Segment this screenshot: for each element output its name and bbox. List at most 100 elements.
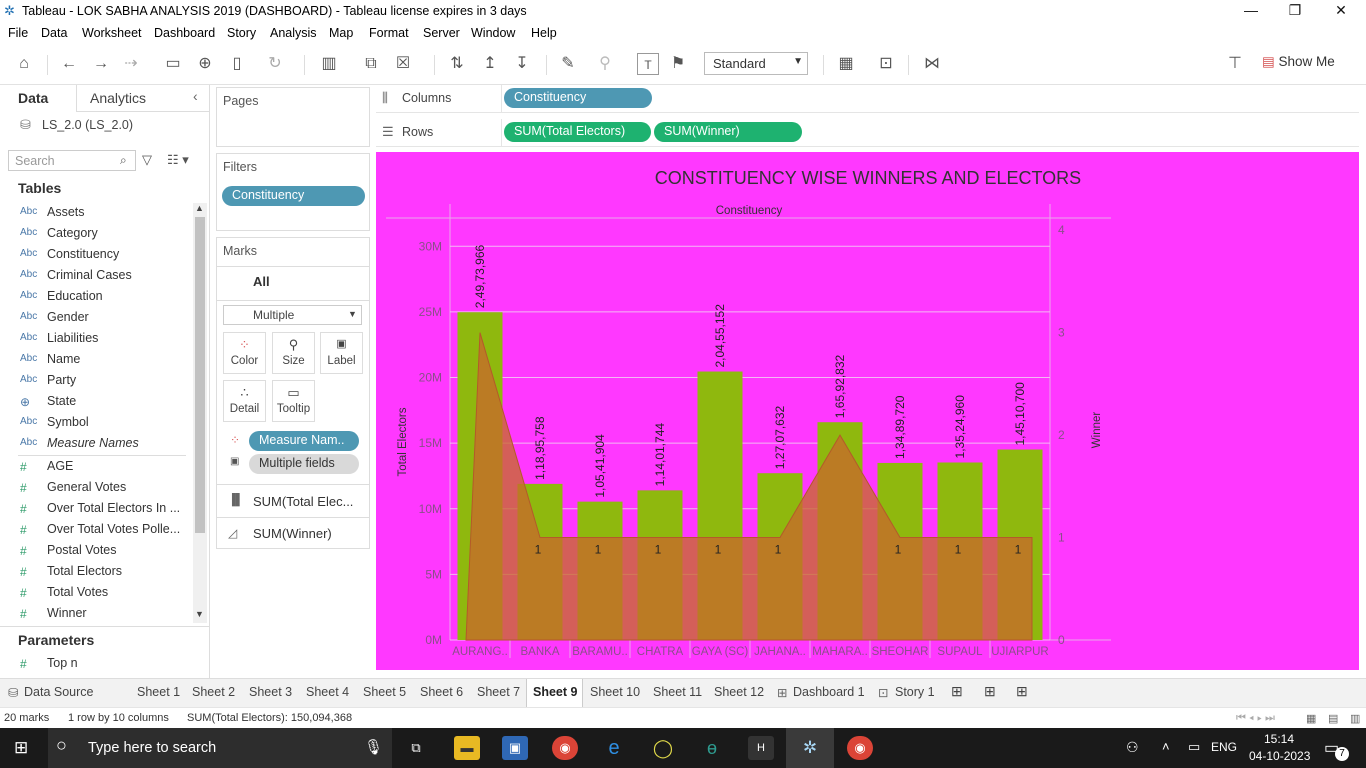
clock-date[interactable]: 04-10-2023 <box>1249 749 1310 763</box>
tab-sheet-12[interactable]: Sheet 12 <box>714 685 764 699</box>
menu-story[interactable]: Story <box>227 26 256 40</box>
columns-shelf[interactable]: ⫼ Columns Constituency <box>376 85 1359 113</box>
replay-icon[interactable]: ⇢ <box>120 53 142 75</box>
fit-select[interactable]: Standard ▼ <box>704 52 808 75</box>
file-explorer-icon[interactable]: ▬ <box>454 736 480 760</box>
pages-card[interactable]: Pages <box>216 87 370 147</box>
scrollbar-thumb[interactable] <box>195 217 205 533</box>
color-button[interactable]: ⁘ Color <box>223 332 266 374</box>
menu-help[interactable]: Help <box>531 26 557 40</box>
home-icon[interactable]: ⌂ <box>13 53 35 75</box>
tab-sheet-6[interactable]: Sheet 6 <box>420 685 463 699</box>
columns-pill-constituency[interactable]: Constituency <box>504 88 652 108</box>
rows-pill-winner[interactable]: SUM(Winner) <box>654 122 802 142</box>
people-icon[interactable]: ⚇ <box>1126 739 1139 756</box>
tab-data-source[interactable]: Data Source <box>24 685 93 699</box>
taskbar-search[interactable]: ○ Type here to search 🎙 <box>48 728 392 768</box>
marks-layer-winner[interactable]: SUM(Winner) <box>253 526 332 541</box>
chevron-up-icon[interactable]: ˄ <box>1162 739 1170 754</box>
highlight-icon[interactable]: ✎ <box>557 53 579 75</box>
refresh-icon[interactable]: ↻ <box>264 53 286 75</box>
label-button[interactable]: ▣ Label <box>320 332 363 374</box>
sort-descending-icon[interactable]: ↧ <box>511 53 533 75</box>
grid-view-icon[interactable]: ▦ <box>1306 712 1316 725</box>
chart-canvas[interactable]: CONSTITUENCY WISE WINNERS AND ELECTORS C… <box>376 152 1359 670</box>
save-icon[interactable]: ▭ <box>162 53 184 75</box>
share-icon[interactable]: ⋈ <box>921 53 943 75</box>
view-options-icon[interactable]: ☷ ▾ <box>167 152 189 168</box>
minimize-icon[interactable]: — <box>1236 2 1266 18</box>
filter-pill-constituency[interactable]: Constituency <box>222 186 365 206</box>
edge-icon[interactable]: e <box>601 736 627 760</box>
tab-sheet-3[interactable]: Sheet 3 <box>249 685 292 699</box>
rows-pill-total-electors[interactable]: SUM(Total Electors) <box>504 122 651 142</box>
tab-story-1[interactable]: Story 1 <box>895 685 935 699</box>
scroll-up-icon[interactable]: ▲ <box>195 203 204 213</box>
tab-sheet-7[interactable]: Sheet 7 <box>477 685 520 699</box>
show-labels-icon[interactable]: T <box>637 53 659 75</box>
tooltip-button[interactable]: ▭ Tooltip <box>272 380 315 422</box>
new-sheet-icon[interactable]: ⊞ <box>951 683 963 700</box>
duplicate-icon[interactable]: ⧉ <box>360 53 382 75</box>
task-view-icon[interactable]: ⧉ <box>403 736 429 760</box>
menu-window[interactable]: Window <box>471 26 515 40</box>
undo-icon[interactable]: ← <box>58 53 80 75</box>
show-cards-icon[interactable]: ▦ <box>835 53 857 75</box>
new-story-icon[interactable]: ⊞ <box>1016 683 1028 700</box>
tab-sheet-10[interactable]: Sheet 10 <box>590 685 640 699</box>
tab-sheet-4[interactable]: Sheet 4 <box>306 685 349 699</box>
tab-sheet-2[interactable]: Sheet 2 <box>192 685 235 699</box>
show-me-button[interactable]: ▤ Show Me <box>1262 54 1335 70</box>
tab-sheet-9-active[interactable]: Sheet 9 <box>533 685 577 699</box>
tab-sheet-5[interactable]: Sheet 5 <box>363 685 406 699</box>
clock-time[interactable]: 15:14 <box>1264 732 1294 746</box>
close-icon[interactable]: ✕ <box>1326 2 1356 19</box>
group-icon[interactable]: ⚲ <box>594 53 616 75</box>
first-page-icon[interactable]: ⏮ ◂ ▸ ⏭ <box>1236 712 1275 725</box>
menu-file[interactable]: File <box>8 26 28 40</box>
new-datasource-icon[interactable]: ⊕ <box>194 53 216 75</box>
size-button[interactable]: ⚲ Size <box>272 332 315 374</box>
menu-server[interactable]: Server <box>423 26 460 40</box>
restore-icon[interactable]: ❐ <box>1280 2 1310 19</box>
new-dashboard-icon[interactable]: ⊞ <box>984 683 996 700</box>
tab-data[interactable]: Data <box>18 90 48 106</box>
filter-icon[interactable]: ▽ <box>142 152 152 168</box>
tab-sheet-1[interactable]: Sheet 1 <box>137 685 180 699</box>
pin-icon[interactable]: ⚑ <box>667 53 689 75</box>
tab-analytics[interactable]: Analytics <box>90 90 146 106</box>
format-painter-icon[interactable]: ⊤ <box>1224 53 1246 75</box>
tab-sheet-11[interactable]: Sheet 11 <box>653 685 702 699</box>
scroll-down-icon[interactable]: ▼ <box>195 609 204 619</box>
filters-card[interactable]: Filters Constituency <box>216 153 370 231</box>
sort-ascending-icon[interactable]: ↥ <box>479 53 501 75</box>
app-h-icon[interactable]: H <box>748 736 774 760</box>
language-indicator[interactable]: ENG <box>1211 740 1237 754</box>
menu-data[interactable]: Data <box>41 26 67 40</box>
swap-icon[interactable]: ⇅ <box>446 53 468 75</box>
list-view-icon[interactable]: ▤ <box>1328 712 1338 725</box>
menu-map[interactable]: Map <box>329 26 353 40</box>
film-view-icon[interactable]: ▥ <box>1350 712 1360 725</box>
field-search[interactable]: Search ⌕ <box>8 150 136 171</box>
redo-icon[interactable]: → <box>90 53 112 75</box>
marks-all-tab[interactable]: All <box>253 274 270 289</box>
microphone-icon[interactable]: 🎙 <box>364 738 383 756</box>
menu-worksheet[interactable]: Worksheet <box>82 26 142 40</box>
datasource-name[interactable]: LS_2.0 (LS_2.0) <box>42 118 133 132</box>
chrome-icon[interactable]: ◉ <box>552 736 578 760</box>
presentation-icon[interactable]: ⊡ <box>875 53 897 75</box>
store-icon[interactable]: ▣ <box>502 736 528 760</box>
chrome-profile-icon[interactable]: ◉ <box>847 736 873 760</box>
app-icon[interactable]: ◯ <box>650 736 676 760</box>
scrollbar[interactable]: ▲ ▼ <box>193 203 207 623</box>
marks-pill-measure-names[interactable]: Measure Nam.. <box>249 431 359 451</box>
pause-updates-icon[interactable]: ▯ <box>226 53 248 75</box>
menu-analysis[interactable]: Analysis <box>270 26 317 40</box>
marks-layer-total-electors[interactable]: SUM(Total Elec... <box>253 494 353 509</box>
app-icon[interactable]: ɵ <box>699 736 725 760</box>
battery-icon[interactable]: ▭ <box>1188 739 1200 755</box>
menu-dashboard[interactable]: Dashboard <box>154 26 215 40</box>
new-worksheet-icon[interactable]: ▥ <box>318 53 340 75</box>
detail-button[interactable]: ∴ Detail <box>223 380 266 422</box>
